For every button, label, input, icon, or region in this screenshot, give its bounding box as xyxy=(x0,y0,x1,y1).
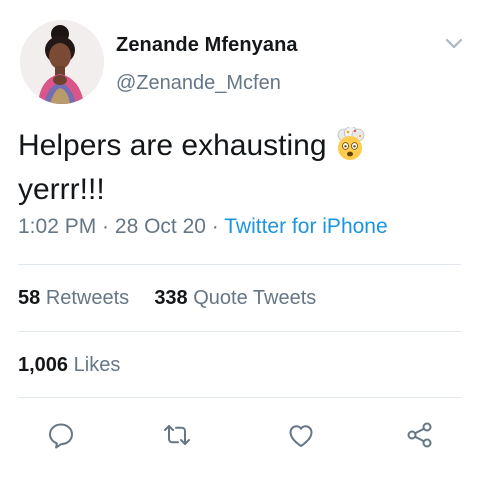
retweets-label: Retweets xyxy=(45,287,130,309)
likes-stat[interactable]: 1,006 Likes xyxy=(18,354,120,377)
display-name[interactable]: Zenande Mfenyana xyxy=(116,34,298,57)
quote-tweets-label: Quote Tweets xyxy=(193,287,317,309)
retweets-count: 58 xyxy=(18,287,41,309)
user-handle[interactable]: @Zenande_Mcfen xyxy=(116,72,281,95)
retweet-icon[interactable] xyxy=(162,420,192,450)
reply-icon[interactable] xyxy=(46,420,76,450)
profile-photo xyxy=(20,20,104,104)
meta-separator: · xyxy=(205,215,225,238)
tweet-card: Zenande Mfenyana @Zenande_Mcfen Helpers … xyxy=(0,0,479,479)
exploding-head-emoji xyxy=(333,126,367,161)
quote-tweets-count: 338 xyxy=(154,287,188,309)
tweet-source-link[interactable]: Twitter for iPhone xyxy=(224,215,387,238)
divider xyxy=(18,264,461,265)
share-icon[interactable] xyxy=(405,420,435,450)
tweet-date[interactable]: 28 Oct 20 xyxy=(115,215,206,238)
retweets-stat[interactable]: 58 Retweets xyxy=(18,287,129,309)
likes-count: 1,006 xyxy=(18,354,69,376)
tweet-time[interactable]: 1:02 PM xyxy=(18,215,96,238)
likes-label: Likes xyxy=(73,354,121,376)
divider xyxy=(18,331,461,332)
avatar[interactable] xyxy=(20,20,104,104)
tweet-text-line2: yerrr!!! xyxy=(18,173,105,206)
chevron-down-icon[interactable] xyxy=(442,34,466,54)
heart-icon[interactable] xyxy=(286,420,316,450)
tweet-meta: 1:02 PM · 28 Oct 20 · Twitter for iPhone xyxy=(18,215,388,239)
action-bar xyxy=(0,412,479,456)
stats-row-retweets: 58 Retweets 338 Quote Tweets xyxy=(18,287,316,310)
tweet-text-line1: Helpers are exhausting xyxy=(18,129,327,162)
meta-separator: · xyxy=(96,215,115,238)
divider xyxy=(18,397,461,398)
quote-tweets-stat[interactable]: 338 Quote Tweets xyxy=(154,287,316,309)
tweet-text: Helpers are exhausting yerrr!!! xyxy=(18,124,458,212)
